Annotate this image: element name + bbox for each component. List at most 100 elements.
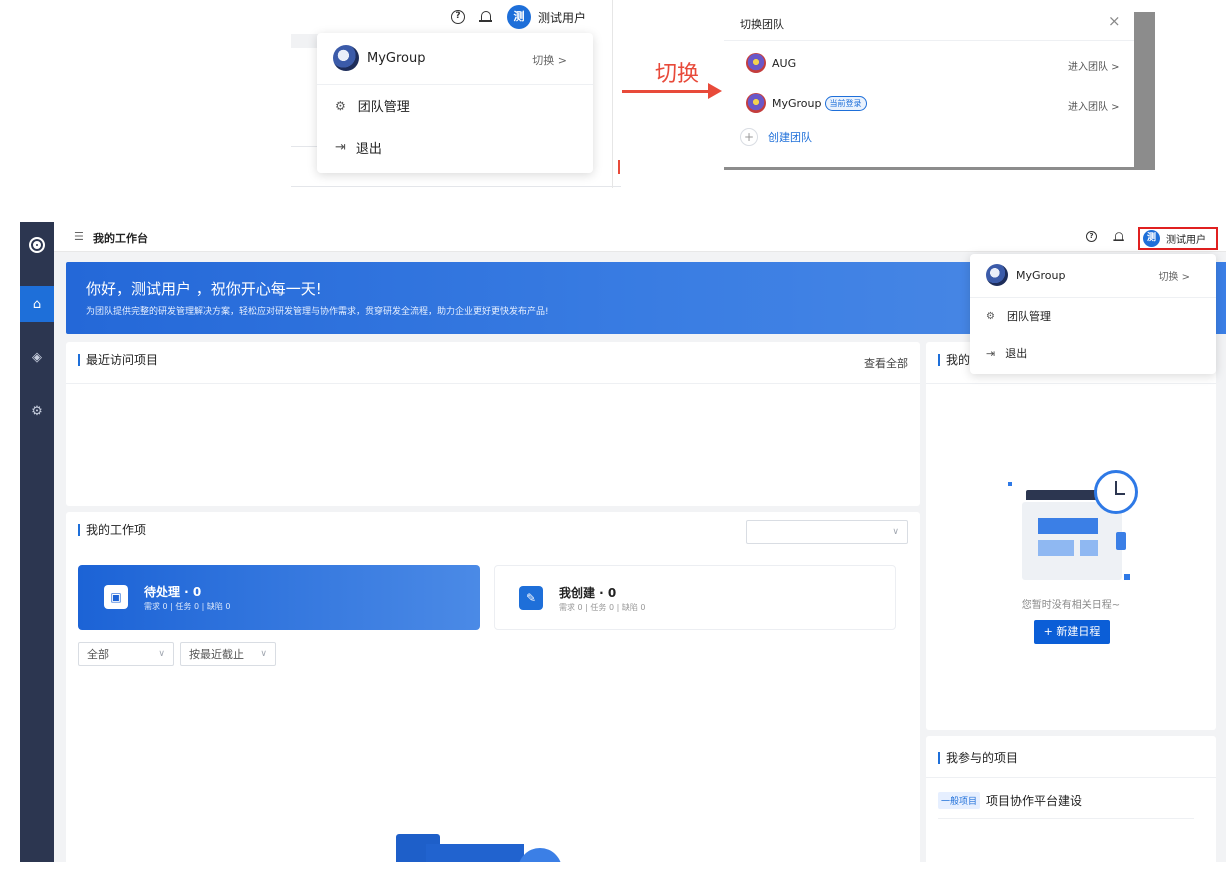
zoom-left-marker	[618, 160, 620, 174]
participated-projects-card: 我参与的项目 一般项目 项目协作平台建设	[926, 736, 1216, 862]
dropdown-divider	[970, 297, 1216, 298]
pending-label: 待处理 · 0	[144, 585, 202, 599]
team-manage-label: 团队管理	[357, 100, 410, 115]
gear-icon: ⚙	[335, 98, 346, 113]
new-schedule-button[interactable]: + 新建日程	[1034, 620, 1110, 644]
zoom-left-divider	[291, 186, 621, 187]
created-items-card[interactable]: ✎ 我创建 · 0 需求 0 | 任务 0 | 缺陷 0	[494, 565, 896, 630]
dropdown-group-row: MyGroup	[333, 45, 426, 71]
view-all-link[interactable]: 查看全部	[864, 355, 908, 371]
clock-icon	[1094, 470, 1138, 514]
logout-icon: ⇥	[335, 140, 346, 155]
project-name: 项目协作平台建设	[986, 794, 1083, 808]
settings-icon[interactable]: ⚙	[20, 394, 54, 428]
filter-all-value: 全部	[87, 648, 109, 661]
user-avatar[interactable]: 测	[1143, 230, 1160, 247]
group-logo-icon	[333, 45, 359, 71]
schedule-illustration	[1038, 540, 1074, 556]
enter-team-link[interactable]: 进入团队 >	[1068, 58, 1120, 73]
team-manage-label: 团队管理	[1006, 310, 1051, 323]
logout-label: 退出	[1005, 347, 1028, 360]
list-divider	[938, 818, 1194, 819]
team-manage-item[interactable]: ⚙ 团队管理	[335, 96, 410, 116]
card-divider	[926, 777, 1216, 778]
created-sub: 需求 0 | 任务 0 | 缺陷 0	[559, 603, 646, 612]
created-label: 我创建 · 0	[559, 586, 617, 600]
bell-icon[interactable]	[479, 10, 493, 24]
create-team-label: 创建团队	[768, 131, 812, 144]
home-icon[interactable]: ⌂	[20, 286, 54, 322]
user-avatar[interactable]: 测	[507, 5, 531, 29]
app-screenshot: ⌂ ◈ ⚙ ☰ 我的工作台 ? 测 测试用户 你好，测试用户 ，祝你开心每一天!…	[20, 222, 1226, 862]
gear-icon: ⚙	[986, 310, 995, 322]
empty-illustration	[518, 848, 562, 862]
app-logo-icon[interactable]	[20, 228, 54, 262]
card-divider	[66, 383, 920, 384]
zoom-header-icons: ? 测 测试用户	[451, 5, 586, 29]
group-name: MyGroup	[1016, 268, 1066, 282]
project-list-item[interactable]: 一般项目 项目协作平台建设	[938, 792, 1082, 809]
filter-sort-value: 按最近截止	[189, 648, 244, 661]
switch-group-link[interactable]: 切换 >	[1158, 268, 1190, 283]
chevron-down-icon: ∨	[158, 649, 165, 659]
logout-item[interactable]: ⇥ 退出	[335, 138, 382, 157]
current-login-badge: 当前登录	[824, 95, 867, 111]
team-name: AUG	[772, 56, 797, 70]
scrollbar[interactable]	[1216, 262, 1226, 334]
modal-mask	[1133, 12, 1155, 170]
team-manage-item[interactable]: ⚙ 团队管理	[986, 308, 1051, 324]
empty-illustration	[426, 844, 524, 862]
switch-arrowhead	[708, 83, 722, 99]
team-row: AUG	[746, 53, 796, 73]
help-icon[interactable]: ?	[1086, 231, 1097, 242]
filter-sort-select[interactable]: 按最近截止 ∨	[180, 642, 276, 666]
user-dropdown: MyGroup 切换 > ⚙ 团队管理 ⇥ 退出	[970, 254, 1216, 374]
user-name[interactable]: 测试用户	[538, 9, 586, 26]
page-title: 我的工作台	[93, 232, 148, 245]
schedule-illustration	[1038, 518, 1098, 534]
group-name: MyGroup	[367, 50, 426, 66]
edit-icon: ✎	[519, 586, 543, 610]
menu-icon[interactable]: ☰	[74, 230, 84, 243]
project-type-tag: 一般项目	[938, 792, 981, 809]
zoom-left-border	[612, 0, 613, 188]
filter-all-select[interactable]: 全部 ∨	[78, 642, 174, 666]
schedule-illustration	[1080, 540, 1098, 556]
recent-projects-card: 最近访问项目 查看全部	[66, 342, 920, 506]
switch-arrow	[622, 90, 712, 93]
participated-title: 我参与的项目	[938, 752, 1018, 764]
schedule-illustration	[1116, 532, 1126, 550]
schedule-empty-text: 您暂时没有相关日程~	[1021, 600, 1121, 611]
user-name[interactable]: 测试用户	[1166, 231, 1206, 246]
help-icon[interactable]: ?	[451, 10, 465, 24]
schedule-title: 我的	[938, 354, 970, 366]
close-icon[interactable]: ×	[1108, 12, 1121, 30]
logout-item[interactable]: ⇥ 退出	[986, 345, 1027, 361]
work-items-title: 我的工作项	[78, 524, 146, 536]
work-items-project-select[interactable]: ∨	[746, 520, 908, 544]
dropdown-divider	[317, 84, 593, 85]
switch-team-title: 切换团队	[740, 18, 784, 31]
schedule-illustration	[1008, 482, 1012, 486]
logout-icon: ⇥	[986, 346, 996, 360]
welcome-subtitle: 为团队提供完整的研发管理解决方案，轻松应对研发管理与协作需求，贯穿研发全流程，助…	[86, 307, 549, 317]
team-logo-icon	[746, 93, 766, 113]
chevron-down-icon: ∨	[260, 649, 267, 659]
layers-icon[interactable]: ◈	[20, 340, 54, 374]
enter-team-link[interactable]: 进入团队 >	[1068, 98, 1120, 113]
dropdown-group-row: MyGroup	[986, 264, 1066, 286]
create-team-row[interactable]: + 创建团队	[740, 128, 812, 146]
top-bar: ☰ 我的工作台 ? 测 测试用户	[54, 222, 1226, 252]
switch-team-panel: 切换团队 × AUG 进入团队 > MyGroup 当前登录 进入团队 > + …	[724, 0, 1134, 170]
user-dropdown-zoomed: MyGroup 切换 > ⚙ 团队管理 ⇥ 退出	[317, 33, 593, 173]
team-row: MyGroup 当前登录	[746, 93, 867, 113]
panel-divider	[724, 40, 1134, 41]
sidebar: ⌂ ◈ ⚙	[20, 222, 54, 862]
work-items-card: 我的工作项 ∨ ▣ 待处理 · 0 需求 0 | 任务 0 | 缺陷 0 ✎ 我…	[66, 512, 920, 862]
recent-projects-title: 最近访问项目	[78, 354, 158, 366]
schedule-card: 我的 您暂时没有相关日程~ + 新建日程	[926, 342, 1216, 730]
pending-items-card[interactable]: ▣ 待处理 · 0 需求 0 | 任务 0 | 缺陷 0	[78, 565, 480, 630]
card-divider	[926, 383, 1216, 384]
bell-icon[interactable]	[1113, 231, 1124, 242]
switch-group-link[interactable]: 切换 >	[532, 52, 567, 68]
